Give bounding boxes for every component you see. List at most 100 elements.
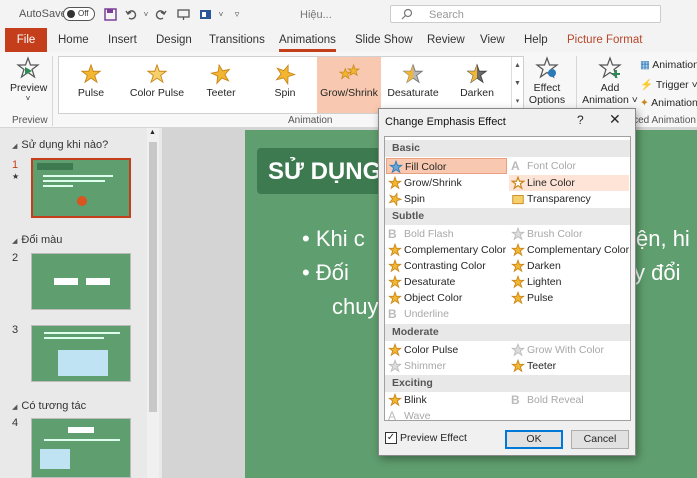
help-button[interactable]: ? bbox=[577, 113, 584, 127]
gallery-up-icon[interactable]: ▲ bbox=[512, 57, 523, 75]
section-header[interactable]: Đổi màu bbox=[12, 234, 62, 246]
effect-label: Pulse bbox=[527, 292, 554, 304]
effect-darken[interactable]: Darken bbox=[509, 258, 561, 274]
tab-insert[interactable]: Insert bbox=[108, 34, 137, 46]
close-button[interactable]: ✕ bbox=[609, 111, 621, 128]
tab-view[interactable]: View bbox=[480, 34, 505, 46]
animation-painter-label: Animation bbox=[651, 97, 697, 109]
slide-thumbnail-1[interactable] bbox=[31, 158, 131, 218]
gallery-color-pulse[interactable]: Color Pulse bbox=[125, 57, 189, 113]
slide-thumbnail-3[interactable] bbox=[31, 325, 131, 382]
animation-pane-label: Animation bbox=[652, 59, 697, 71]
slide-thumbnail-4[interactable] bbox=[31, 418, 131, 478]
effect-contrasting-color[interactable]: Contrasting Color bbox=[386, 258, 486, 274]
effect-complementary-color[interactable]: Complementary Color bbox=[386, 242, 506, 258]
grow-shrink-icon bbox=[387, 175, 403, 190]
effect-wave[interactable]: A Wave bbox=[386, 408, 430, 420]
effect-underline[interactable]: B Underline bbox=[386, 306, 449, 322]
effect-grow-with-color[interactable]: Grow With Color bbox=[509, 342, 604, 358]
preview-button[interactable]: Preview ˅ bbox=[10, 56, 47, 103]
effect-transparency[interactable]: Transparency bbox=[509, 191, 591, 207]
effect-lighten[interactable]: Lighten bbox=[509, 274, 561, 290]
teeter-icon bbox=[189, 57, 253, 87]
tab-help[interactable]: Help bbox=[524, 34, 548, 46]
effect-bold-reveal[interactable]: B Bold Reveal bbox=[509, 392, 584, 408]
tab-picture-format[interactable]: Picture Format bbox=[567, 34, 642, 46]
present-icon[interactable] bbox=[174, 5, 192, 23]
grow-shrink-icon bbox=[317, 57, 381, 87]
scroll-up-icon[interactable]: ▲ bbox=[149, 129, 156, 136]
cancel-button[interactable]: Cancel bbox=[571, 430, 629, 449]
section-header[interactable]: Có tương tác bbox=[12, 400, 86, 412]
tab-animations[interactable]: Animations bbox=[279, 34, 336, 52]
effect-line-color[interactable]: Line Color bbox=[509, 175, 629, 191]
effect-options-icon bbox=[525, 56, 569, 82]
gallery-darken[interactable]: Darken bbox=[445, 57, 509, 113]
trigger-button[interactable]: ⚡ Trigger ˅ bbox=[640, 78, 697, 91]
redo-icon[interactable] bbox=[151, 5, 169, 23]
section-header[interactable]: Sử dụng khi nào? bbox=[12, 139, 108, 151]
thumb-illustration bbox=[58, 350, 108, 376]
effect-spin[interactable]: Spin bbox=[386, 191, 425, 207]
gallery-pulse[interactable]: Pulse bbox=[59, 57, 123, 113]
bold-flash-icon: B bbox=[388, 227, 397, 241]
effect-bold-flash[interactable]: B Bold Flash bbox=[386, 226, 454, 242]
scroll-thumb[interactable] bbox=[149, 142, 157, 412]
slide-thumbnail-2[interactable] bbox=[31, 253, 131, 310]
animation-pane-button[interactable]: ▦ Animation bbox=[640, 59, 697, 71]
category-header: Subtle bbox=[385, 208, 630, 225]
effect-blink[interactable]: Blink bbox=[386, 392, 427, 408]
customize-toolbar-icon[interactable]: ▿ bbox=[228, 5, 246, 23]
thumb-ball bbox=[77, 196, 87, 206]
gallery-teeter[interactable]: Teeter bbox=[189, 57, 253, 113]
effect-label: Blink bbox=[404, 394, 427, 406]
gallery-label: Desaturate bbox=[387, 87, 439, 99]
tab-file[interactable]: File bbox=[5, 28, 47, 52]
animation-star-icon: ★ bbox=[12, 172, 20, 181]
tab-home[interactable]: Home bbox=[58, 34, 89, 46]
gallery-label: Color Pulse bbox=[129, 87, 185, 99]
preview-effect-label[interactable]: Preview Effect bbox=[400, 432, 467, 444]
tab-slide-show[interactable]: Slide Show bbox=[355, 34, 413, 46]
save-icon[interactable] bbox=[101, 5, 119, 23]
effect-pulse[interactable]: Pulse bbox=[509, 290, 553, 306]
gallery-label: Grow/Shrink bbox=[320, 87, 378, 99]
animation-painter-button[interactable]: ✦ Animation bbox=[640, 97, 697, 109]
effect-label: Color Pulse bbox=[404, 344, 459, 356]
effect-teeter[interactable]: Teeter bbox=[509, 358, 556, 374]
effect-complementary-color-2[interactable]: Complementary Color 2 bbox=[509, 242, 630, 258]
effect-label: Complementary Color bbox=[404, 244, 507, 256]
add-animation-button[interactable]: Add Animation ˅ bbox=[582, 56, 638, 106]
autosave-toggle[interactable]: Off bbox=[63, 7, 95, 21]
effect-fill-color[interactable]: Fill Color bbox=[386, 158, 507, 174]
gallery-desaturate[interactable]: Desaturate bbox=[381, 57, 445, 113]
tab-transitions[interactable]: Transitions bbox=[209, 34, 265, 46]
brush-color-icon bbox=[510, 226, 526, 241]
gallery-down-icon[interactable]: ▼ bbox=[512, 75, 523, 93]
slide-panel-scrollbar[interactable]: ▲ bbox=[147, 128, 159, 478]
animation-painter-icon: ✦ bbox=[640, 97, 652, 109]
grow-with-color-icon bbox=[510, 342, 526, 357]
trigger-label: Trigger ˅ bbox=[655, 79, 697, 91]
gallery-spin[interactable]: Spin bbox=[253, 57, 317, 113]
effect-font-color[interactable]: A Font Color bbox=[509, 158, 576, 174]
effect-shimmer[interactable]: Shimmer bbox=[386, 358, 446, 374]
effect-desaturate[interactable]: Desaturate bbox=[386, 274, 455, 290]
tab-review[interactable]: Review bbox=[427, 34, 465, 46]
search-box[interactable]: Search bbox=[390, 5, 661, 23]
effect-object-color[interactable]: Object Color bbox=[386, 290, 462, 306]
gallery-scrollbar[interactable]: ▲ ▼ ▾ bbox=[511, 57, 523, 113]
effect-grow-shrink[interactable]: Grow/Shrink bbox=[386, 175, 462, 191]
ok-button[interactable]: OK bbox=[505, 430, 563, 449]
effect-color-pulse[interactable]: Color Pulse bbox=[386, 342, 458, 358]
title-bar: AutoSave Off ˅ ˅ ▿ Hiệu... Search bbox=[0, 0, 697, 28]
dialog-title: Change Emphasis Effect bbox=[385, 116, 506, 128]
gallery-grow-shrink[interactable]: Grow/Shrink bbox=[317, 57, 381, 113]
effect-brush-color[interactable]: Brush Color bbox=[509, 226, 582, 242]
darken-icon bbox=[510, 258, 526, 273]
tab-design[interactable]: Design bbox=[156, 34, 192, 46]
blink-icon bbox=[387, 392, 403, 407]
preview-effect-checkbox[interactable]: ✓ bbox=[385, 432, 397, 444]
ribbon-separator bbox=[52, 56, 53, 126]
color-pulse-icon bbox=[387, 342, 403, 357]
